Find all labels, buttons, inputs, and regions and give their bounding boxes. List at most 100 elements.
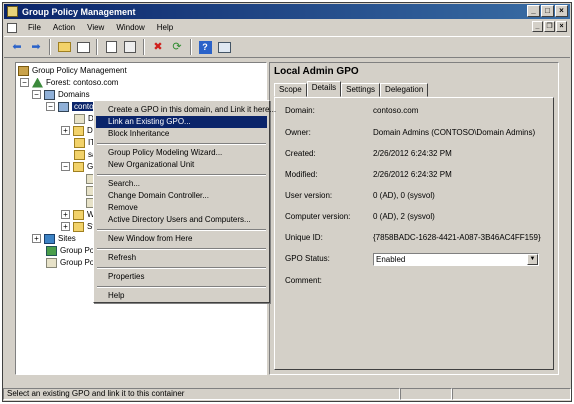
menu-block-inheritance[interactable]: Block Inheritance (96, 128, 267, 140)
maximize-button[interactable]: □ (541, 5, 554, 17)
refresh-icon[interactable]: ⟳ (169, 39, 185, 55)
tab-delegation[interactable]: Delegation (380, 83, 429, 97)
tab-settings[interactable]: Settings (341, 83, 381, 97)
tree-item-gpo-link[interactable]: D (74, 113, 94, 124)
chevron-down-icon[interactable]: ▼ (527, 254, 538, 265)
tree-item-results[interactable]: Group Pol (46, 257, 96, 268)
tree-item-gpo-container[interactable]: − G (61, 161, 93, 172)
collapse-icon[interactable]: − (46, 102, 55, 111)
menu-search[interactable]: Search... (96, 178, 267, 190)
gpm-app-icon (7, 6, 18, 17)
created-label: Created: (285, 149, 316, 158)
title-bar[interactable]: Group Policy Management _ □ × (4, 4, 570, 19)
expand-icon[interactable]: + (61, 210, 70, 219)
forest-icon (32, 77, 43, 88)
tree-label: Group Pol (60, 258, 97, 267)
expand-icon[interactable]: + (32, 234, 41, 243)
menu-view[interactable]: View (81, 23, 110, 32)
user-version-label: User version: (285, 191, 333, 200)
tree-item-domain[interactable]: − conto (46, 101, 96, 112)
close-button[interactable]: × (555, 5, 568, 17)
up-folder-icon[interactable] (56, 39, 72, 55)
minimize-button[interactable]: _ (527, 5, 540, 17)
menu-separator (97, 229, 266, 231)
tree-item-ou[interactable]: + D (61, 125, 93, 136)
menu-aduc[interactable]: Active Directory Users and Computers... (96, 214, 267, 226)
menu-separator (97, 174, 266, 176)
menu-new-window[interactable]: New Window from Here (96, 233, 267, 245)
mdi-close-button[interactable]: × (556, 21, 567, 32)
computer-version-value: 0 (AD), 2 (sysvol) (373, 212, 435, 221)
expand-icon[interactable]: + (61, 222, 70, 231)
menu-separator (97, 286, 266, 288)
expand-icon[interactable]: + (61, 126, 70, 135)
menu-new-ou[interactable]: New Organizational Unit (96, 159, 267, 171)
menu-properties[interactable]: Properties (96, 271, 267, 283)
user-version-value: 0 (AD), 0 (sysvol) (373, 191, 435, 200)
tree-label: Domains (58, 90, 90, 99)
menu-modeling-wizard[interactable]: Group Policy Modeling Wizard... (96, 147, 267, 159)
tree-item-ou[interactable]: IT (74, 137, 95, 148)
unique-id-label: Unique ID: (285, 233, 323, 242)
menu-create-and-link-gpo[interactable]: Create a GPO in this domain, and Link it… (96, 104, 276, 116)
menu-remove[interactable]: Remove (96, 202, 267, 214)
modified-value: 2/26/2012 6:24:32 PM (373, 170, 452, 179)
menu-separator (97, 143, 266, 145)
collapse-icon[interactable]: − (32, 90, 41, 99)
domain-value: contoso.com (373, 106, 419, 115)
starter-gpos-icon (73, 221, 84, 232)
results-icon (46, 257, 57, 268)
ou-icon (74, 137, 85, 148)
details-pane: Local Admin GPO Scope Details Settings D… (269, 62, 559, 375)
tree-item-starter-gpos[interactable]: + St (61, 221, 95, 232)
menu-bar: File Action View Window Help _ ❐ × (4, 20, 570, 35)
menu-window[interactable]: Window (110, 23, 150, 32)
console-icon[interactable] (216, 39, 232, 55)
unique-id-value: {7858BADC-1628-4421-A087-3B46AC4FF159} (373, 233, 541, 242)
show-hide-tree-icon[interactable] (75, 39, 91, 55)
wmi-filters-icon (73, 209, 84, 220)
tab-details[interactable]: Details (306, 81, 342, 97)
status-panel (452, 388, 571, 400)
comment-label: Comment: (285, 276, 322, 285)
mdi-minimize-button[interactable]: _ (532, 21, 543, 32)
tree-item-root[interactable]: Group Policy Management (18, 65, 127, 76)
gpo-status-label: GPO Status: (285, 254, 330, 263)
domain-label: Domain: (285, 106, 315, 115)
menu-link-existing-gpo[interactable]: Link an Existing GPO... (96, 116, 267, 128)
copy-icon[interactable] (103, 39, 119, 55)
properties-icon[interactable] (122, 39, 138, 55)
back-icon[interactable]: ⬅ (9, 39, 25, 55)
tab-scope[interactable]: Scope (274, 83, 307, 97)
gpo-status-value: Enabled (376, 255, 406, 264)
context-menu: Create a GPO in this domain, and Link it… (93, 100, 276, 303)
gpo-link-icon (74, 113, 85, 124)
menu-refresh[interactable]: Refresh (96, 252, 267, 264)
tree-item-wmi-filters[interactable]: + W (61, 209, 95, 220)
help-icon[interactable]: ? (197, 39, 213, 55)
forward-icon[interactable]: ➡ (28, 39, 44, 55)
delete-icon[interactable]: ✖ (150, 39, 166, 55)
tree-label: Forest: contoso.com (46, 78, 119, 87)
gpo-status-dropdown[interactable]: Enabled ▼ (373, 253, 539, 266)
document-icon[interactable] (7, 22, 17, 33)
gpo-container-icon (73, 161, 84, 172)
tree-label: Sites (58, 234, 76, 243)
tree-item-sites[interactable]: + Sites (32, 233, 76, 244)
collapse-icon[interactable]: − (61, 162, 70, 171)
menu-change-dc[interactable]: Change Domain Controller... (96, 190, 267, 202)
menu-help[interactable]: Help (151, 23, 179, 32)
tree-item-forest[interactable]: − Forest: contoso.com (20, 77, 118, 88)
tree-label: Group Policy Management (32, 66, 127, 75)
mdi-restore-button[interactable]: ❐ (544, 21, 555, 32)
collapse-icon[interactable]: − (20, 78, 29, 87)
gpo-title: Local Admin GPO (274, 66, 359, 77)
menu-file[interactable]: File (22, 23, 47, 32)
menu-help[interactable]: Help (96, 290, 267, 302)
status-text: Select an existing GPO and link it to th… (3, 388, 400, 400)
ou-icon (74, 149, 85, 160)
tree-item-domains[interactable]: − Domains (32, 89, 90, 100)
menu-separator (97, 267, 266, 269)
menu-action[interactable]: Action (47, 23, 81, 32)
tree-item-modeling[interactable]: Group Pol (46, 245, 96, 256)
